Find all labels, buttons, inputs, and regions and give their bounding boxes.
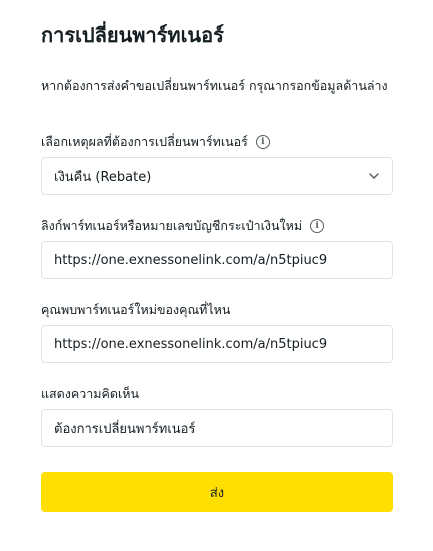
reason-label-row: เลือกเหตุผลที่ต้องการเปลี่ยนพาร์ทเนอร์ i [41, 132, 270, 152]
page-title: การเปลี่ยนพาร์ทเนอร์ [41, 23, 224, 47]
info-icon[interactable]: i [310, 219, 325, 233]
info-icon[interactable]: i [255, 135, 270, 149]
where-found-input[interactable]: https://one.exnessonelink.com/a/n5tpiuc9 [41, 325, 393, 363]
chevron-down-icon [369, 173, 379, 179]
link-label-row: ลิงก์พาร์ทเนอร์หรือหมายเลขบัญชีกระเป๋าเง… [41, 216, 325, 236]
comment-input[interactable]: ต้องการเปลี่ยนพาร์ทเนอร์ [41, 409, 393, 447]
partner-change-form: การเปลี่ยนพาร์ทเนอร์ หากต้องการส่งคำขอเป… [0, 0, 433, 551]
partner-link-input[interactable]: https://one.exnessonelink.com/a/n5tpiuc9 [41, 241, 393, 279]
where-found-label-row: คุณพบพาร์ทเนอร์ใหม่ของคุณที่ไหน [41, 300, 230, 320]
where-found-value: https://one.exnessonelink.com/a/n5tpiuc9 [54, 336, 328, 352]
partner-link-value: https://one.exnessonelink.com/a/n5tpiuc9 [54, 252, 328, 268]
link-label: ลิงก์พาร์ทเนอร์หรือหมายเลขบัญชีกระเป๋าเง… [41, 218, 303, 233]
comment-label: แสดงความคิดเห็น [41, 386, 140, 401]
reason-label: เลือกเหตุผลที่ต้องการเปลี่ยนพาร์ทเนอร์ [41, 134, 248, 149]
comment-label-row: แสดงความคิดเห็น [41, 384, 139, 404]
submit-button[interactable]: ส่ง [41, 472, 393, 512]
reason-selected-value: เงินคืน (Rebate) [54, 169, 152, 185]
intro-text: หากต้องการส่งคำขอเปลี่ยนพาร์ทเนอร์ กรุณา… [41, 78, 388, 93]
reason-select[interactable]: เงินคืน (Rebate) [41, 157, 393, 195]
comment-value: ต้องการเปลี่ยนพาร์ทเนอร์ [54, 421, 196, 437]
where-found-label: คุณพบพาร์ทเนอร์ใหม่ของคุณที่ไหน [41, 302, 231, 317]
